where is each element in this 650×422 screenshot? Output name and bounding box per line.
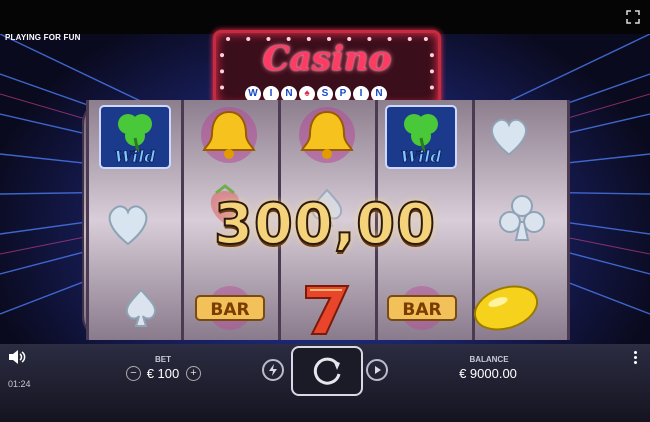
top-bar <box>0 0 650 34</box>
seven-symbol <box>305 285 350 335</box>
balance-label: BALANCE <box>469 355 509 364</box>
wild-clover-symbol: Wild <box>99 105 171 169</box>
balance-value: € 9000.00 <box>459 366 517 381</box>
bell-symbol <box>201 107 257 163</box>
lemon-symbol <box>473 285 539 331</box>
bet-value: € 100 <box>146 366 180 381</box>
bet-decrease-button[interactable]: − <box>126 366 141 381</box>
fullscreen-icon[interactable] <box>626 10 640 24</box>
club-symbol <box>499 195 545 241</box>
svg-text:Wild: Wild <box>114 147 155 166</box>
lightning-icon <box>269 364 277 376</box>
spade-symbol <box>125 288 157 327</box>
turbo-button[interactable] <box>262 359 284 381</box>
wild-clover-symbol: Wild <box>385 105 457 169</box>
spin-button[interactable] <box>291 346 363 396</box>
casino-logo-sign: Casino W I N ♠ S P I N <box>213 30 441 108</box>
win-amount: 300,00 <box>213 191 437 258</box>
bet-label: BET <box>155 355 171 364</box>
bar-symbol: BAR <box>195 286 265 330</box>
bell-symbol <box>299 107 355 163</box>
bet-increase-button[interactable]: + <box>186 366 201 381</box>
speaker-icon[interactable] <box>7 349 27 365</box>
svg-text:BAR: BAR <box>210 300 249 320</box>
play-icon <box>375 366 381 374</box>
clock: 01:24 <box>8 379 31 389</box>
heart-symbol <box>108 205 148 246</box>
game-stage: PLAYING FOR FUN Casino W I N ♠ S P I N Wild <box>0 0 650 422</box>
svg-text:BAR: BAR <box>402 300 441 320</box>
svg-text:Wild: Wild <box>400 147 441 166</box>
autoplay-button[interactable] <box>366 359 388 381</box>
casino-logo-text: Casino <box>262 39 392 79</box>
win-spin-logo-letters: W I N ♠ S P I N <box>244 83 410 102</box>
bar-symbol: BAR <box>387 286 457 330</box>
heart-symbol <box>491 118 527 156</box>
more-vertical-icon[interactable] <box>634 351 637 366</box>
play-mode-label: PLAYING FOR FUN <box>5 33 81 42</box>
spin-arrow-icon <box>313 357 341 385</box>
